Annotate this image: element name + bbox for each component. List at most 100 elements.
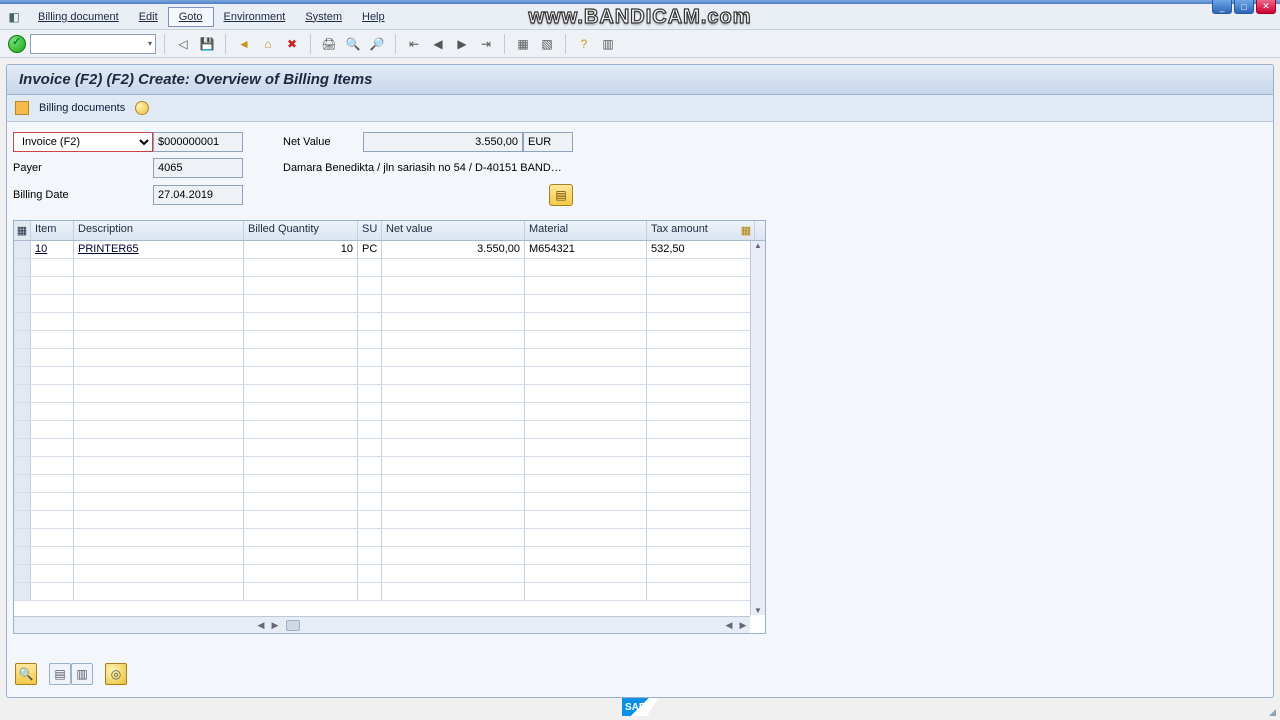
cell-su[interactable]: [358, 403, 382, 420]
col-net-value[interactable]: Net value: [382, 221, 525, 240]
cell-material[interactable]: [525, 295, 647, 312]
cell-description[interactable]: [74, 313, 244, 330]
cell-description[interactable]: [74, 511, 244, 528]
save-icon[interactable]: 💾: [197, 34, 217, 54]
cell-item[interactable]: [31, 511, 74, 528]
cell-net-value[interactable]: [382, 331, 525, 348]
cell-qty[interactable]: [244, 331, 358, 348]
col-material[interactable]: Material: [525, 221, 647, 240]
exit-icon[interactable]: ◄: [234, 34, 254, 54]
col-tax-amount[interactable]: Tax amount: [647, 221, 738, 240]
cell-su[interactable]: [358, 475, 382, 492]
cell-item[interactable]: [31, 457, 74, 474]
row-selector[interactable]: [14, 349, 31, 366]
accounting-button[interactable]: ▤: [549, 184, 573, 206]
cell-tax[interactable]: [647, 565, 738, 582]
last-page-icon[interactable]: ⇥: [476, 34, 496, 54]
close-button[interactable]: ✕: [1256, 0, 1276, 14]
table-row[interactable]: [14, 547, 765, 565]
select-all-icon[interactable]: ▦: [14, 221, 31, 240]
cell-tax[interactable]: [647, 475, 738, 492]
cell-item[interactable]: [31, 547, 74, 564]
cell-description[interactable]: [74, 367, 244, 384]
cell-net-value[interactable]: [382, 277, 525, 294]
cell-description[interactable]: [74, 457, 244, 474]
cell-su[interactable]: [358, 331, 382, 348]
cell-material[interactable]: [525, 331, 647, 348]
cell-material[interactable]: [525, 403, 647, 420]
cell-net-value[interactable]: [382, 583, 525, 600]
cell-qty[interactable]: [244, 277, 358, 294]
table-row[interactable]: [14, 367, 765, 385]
scroll-down-icon[interactable]: ▼: [754, 606, 762, 615]
cell-description[interactable]: [74, 349, 244, 366]
cell-description[interactable]: [74, 493, 244, 510]
configure-columns-icon[interactable]: ▦: [738, 221, 755, 240]
cell-net-value[interactable]: [382, 259, 525, 276]
cell-qty[interactable]: 10: [244, 241, 358, 258]
cell-description[interactable]: [74, 475, 244, 492]
cell-su[interactable]: PC: [358, 241, 382, 258]
cell-net-value[interactable]: [382, 349, 525, 366]
cell-su[interactable]: [358, 421, 382, 438]
cell-description[interactable]: [74, 439, 244, 456]
cell-net-value[interactable]: [382, 565, 525, 582]
row-selector[interactable]: [14, 259, 31, 276]
cell-net-value[interactable]: 3.550,00: [382, 241, 525, 258]
row-selector[interactable]: [14, 241, 31, 258]
back-icon[interactable]: ◁: [173, 34, 193, 54]
shortcut-icon[interactable]: ▧: [537, 34, 557, 54]
cell-qty[interactable]: [244, 565, 358, 582]
maximize-button[interactable]: □: [1234, 0, 1254, 14]
cell-description[interactable]: [74, 277, 244, 294]
cell-material[interactable]: [525, 583, 647, 600]
row-selector[interactable]: [14, 313, 31, 330]
cell-net-value[interactable]: [382, 439, 525, 456]
cell-tax[interactable]: [647, 295, 738, 312]
cell-tax[interactable]: [647, 511, 738, 528]
cell-item[interactable]: [31, 475, 74, 492]
refresh-icon[interactable]: [135, 101, 149, 115]
cell-su[interactable]: [358, 367, 382, 384]
cell-item[interactable]: [31, 403, 74, 420]
cell-item[interactable]: [31, 259, 74, 276]
new-session-icon[interactable]: ▦: [513, 34, 533, 54]
cell-su[interactable]: [358, 277, 382, 294]
cell-item[interactable]: [31, 421, 74, 438]
col-description[interactable]: Description: [74, 221, 244, 240]
cell-material[interactable]: [525, 259, 647, 276]
cell-item[interactable]: [31, 565, 74, 582]
cell-qty[interactable]: [244, 403, 358, 420]
cell-qty[interactable]: [244, 493, 358, 510]
cell-item[interactable]: [31, 439, 74, 456]
billing-documents-button[interactable]: Billing documents: [39, 102, 125, 114]
table-row[interactable]: [14, 331, 765, 349]
cell-net-value[interactable]: [382, 295, 525, 312]
find-next-icon[interactable]: 🔎: [367, 34, 387, 54]
cancel-icon[interactable]: ✖: [282, 34, 302, 54]
menu-help[interactable]: Help: [352, 8, 395, 26]
display-header-button[interactable]: 🔍: [15, 663, 37, 685]
cell-description[interactable]: [74, 529, 244, 546]
cell-net-value[interactable]: [382, 511, 525, 528]
menu-billing-document[interactable]: Billing document: [28, 8, 129, 26]
row-selector[interactable]: [14, 331, 31, 348]
cell-qty[interactable]: [244, 439, 358, 456]
scroll-left-end-icon[interactable]: ◀: [722, 620, 736, 631]
cell-description[interactable]: [74, 385, 244, 402]
cell-tax[interactable]: [647, 529, 738, 546]
scroll-left-icon[interactable]: ◀: [254, 620, 268, 631]
enter-icon[interactable]: [8, 35, 26, 53]
cell-net-value[interactable]: [382, 403, 525, 420]
row-selector[interactable]: [14, 277, 31, 294]
cell-tax[interactable]: [647, 439, 738, 456]
cell-tax[interactable]: [647, 367, 738, 384]
cell-qty[interactable]: [244, 511, 358, 528]
cell-net-value[interactable]: [382, 475, 525, 492]
next-page-icon[interactable]: ▶: [452, 34, 472, 54]
cell-tax[interactable]: [647, 259, 738, 276]
row-selector[interactable]: [14, 457, 31, 474]
table-row[interactable]: [14, 295, 765, 313]
help-icon[interactable]: ?: [574, 34, 594, 54]
cell-item[interactable]: [31, 385, 74, 402]
